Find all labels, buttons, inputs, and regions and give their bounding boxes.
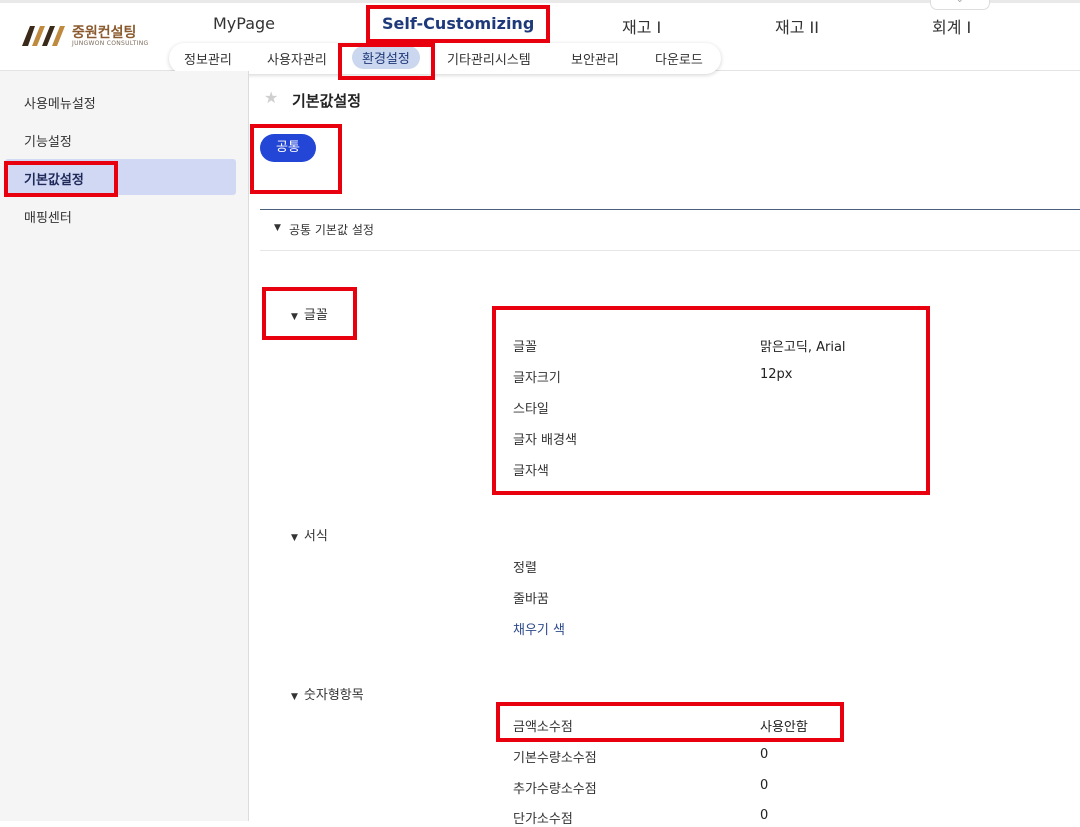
section-title: 공통 기본값 설정	[289, 223, 374, 237]
sidebar-item-menu-settings[interactable]: 사용메뉴설정	[24, 93, 96, 112]
section-header-common-defaults[interactable]: ▼ 공통 기본값 설정	[260, 209, 1080, 251]
field-value-font[interactable]: 맑은고딕, Arial	[760, 336, 846, 355]
caret-down-icon: ▼	[291, 312, 298, 322]
field-value-base-qty-decimal[interactable]: 0	[760, 747, 768, 762]
caret-down-icon: ▼	[291, 533, 298, 543]
group-header-format[interactable]: ▼ 서식	[291, 525, 328, 544]
tab-common[interactable]: 공통	[260, 134, 316, 162]
star-icon[interactable]: ★	[264, 88, 278, 107]
group-header-font[interactable]: ▼ 글꼴	[291, 304, 328, 323]
field-label-fill-color: 채우기 색	[513, 623, 565, 638]
group-header-numeric[interactable]: ▼ 숫자형항목	[291, 684, 364, 703]
field-label-base-qty-decimal: 기본수량소수점	[513, 751, 597, 766]
group-title: 글꼴	[303, 308, 328, 323]
sidebar: 사용메뉴설정 기능설정 기본값설정 매핑센터	[0, 71, 249, 821]
field-value-extra-qty-decimal[interactable]: 0	[760, 778, 768, 793]
field-label-extra-qty-decimal: 추가수량소수점	[513, 782, 597, 797]
main-menu-inventory-1[interactable]: 재고 I	[622, 14, 661, 38]
sub-menu-info[interactable]: 정보관리	[184, 49, 232, 68]
sidebar-item-function-settings[interactable]: 기능설정	[24, 131, 72, 150]
sidebar-item-mapping-center[interactable]: 매핑센터	[24, 207, 72, 226]
field-label-font-size: 글자크기	[513, 371, 561, 386]
logo-name-kr: 중원컨설팅	[72, 25, 137, 41]
header-strip	[0, 0, 1080, 3]
group-title: 서식	[303, 529, 328, 544]
sub-menu-etc-systems[interactable]: 기타관리시스템	[447, 49, 531, 68]
field-label-text-color: 글자색	[513, 464, 549, 479]
field-value-amount-decimal[interactable]: 사용안함	[760, 716, 808, 735]
field-label-style: 스타일	[513, 402, 549, 417]
main-menu-self-customizing[interactable]: Self-Customizing	[382, 14, 534, 33]
chevron-down-icon: ⌄	[956, 0, 964, 5]
caret-down-icon: ▼	[274, 223, 281, 233]
logo-mark-icon	[22, 26, 65, 46]
field-value-font-size[interactable]: 12px	[760, 367, 793, 382]
sub-menu-bar: 정보관리 사용자관리 환경설정 기타관리시스템 보안관리 다운로드	[169, 43, 721, 74]
main-menu-mypage[interactable]: MyPage	[213, 14, 275, 33]
highlight-font-fields	[492, 306, 930, 495]
field-label-font: 글꼴	[513, 340, 537, 355]
field-label-amount-decimal: 금액소수점	[513, 720, 573, 735]
field-label-wrap: 줄바꿈	[513, 592, 549, 607]
sidebar-item-default-settings[interactable]: 기본값설정	[24, 169, 84, 188]
sub-menu-environment[interactable]: 환경설정	[352, 46, 420, 69]
logo-name-en: JUNGWON CONSULTING	[72, 40, 149, 47]
field-label-text-background: 글자 배경색	[513, 433, 577, 448]
header-collapse-toggle[interactable]: ⌄	[930, 0, 990, 10]
field-label-unit-price-decimal: 단가소수점	[513, 812, 573, 827]
page-title: 기본값설정	[292, 92, 362, 110]
sub-menu-security[interactable]: 보안관리	[571, 49, 619, 68]
group-title: 숫자형항목	[303, 688, 364, 703]
field-label-align: 정렬	[513, 561, 537, 576]
main-menu-accounting-1[interactable]: 회계 I	[932, 14, 971, 38]
main-menu-inventory-2[interactable]: 재고 II	[775, 14, 819, 38]
sub-menu-users[interactable]: 사용자관리	[267, 49, 327, 68]
company-logo[interactable]: 중원컨설팅 JUNGWON CONSULTING	[22, 20, 152, 52]
sub-menu-download[interactable]: 다운로드	[655, 49, 703, 68]
caret-down-icon: ▼	[291, 692, 298, 702]
